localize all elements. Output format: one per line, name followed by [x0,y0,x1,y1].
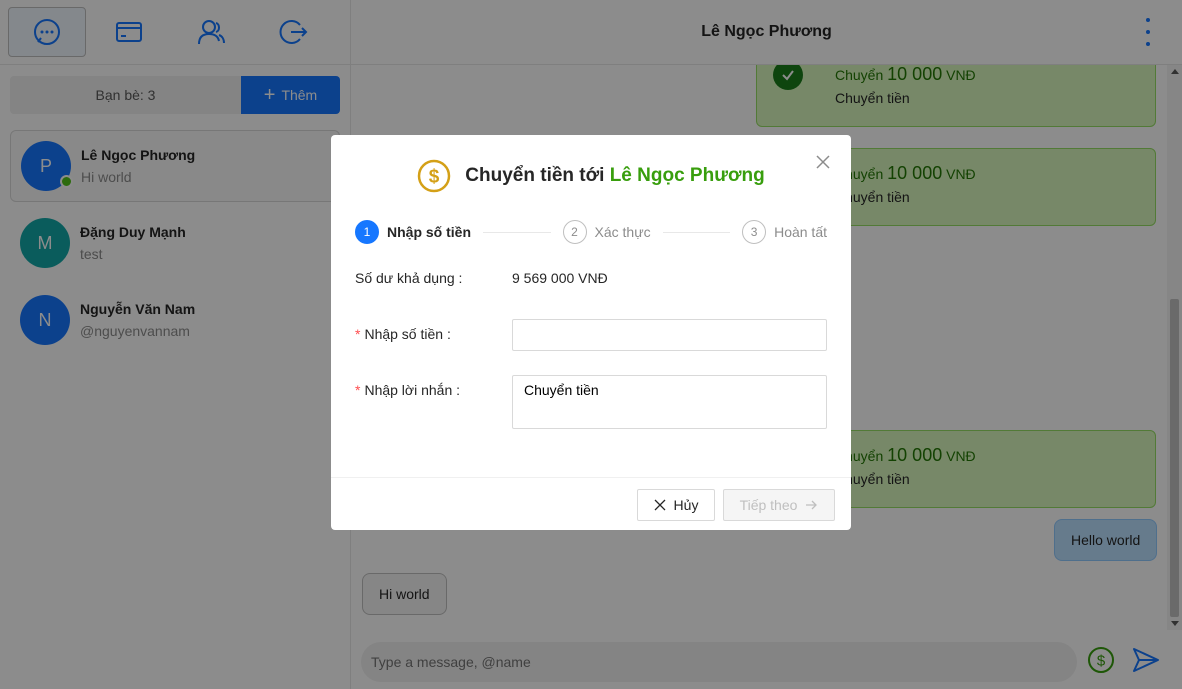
step-label: Xác thực [594,224,651,240]
amount-label: * Nhập số tiền : [355,326,451,342]
next-button[interactable]: Tiếp theo [723,489,835,521]
arrow-right-icon [806,500,818,510]
step-number: 3 [742,220,767,244]
message-textarea[interactable]: Chuyển tiền [512,375,827,429]
close-icon [654,499,666,511]
transfer-modal: $ Chuyển tiền tới Lê Ngọc Phương 1 Nhập … [331,135,851,530]
dollar-icon: $ [418,159,451,193]
modal-footer: Hủy Tiếp theo [331,477,851,530]
step-connector [483,231,551,233]
modal-title-name: Lê Ngọc Phương [609,165,765,186]
amount-input[interactable] [512,319,827,351]
step-label: Nhập số tiền [387,224,472,240]
svg-text:$: $ [429,167,440,188]
step-connector [662,231,731,233]
message-label: * Nhập lời nhắn : [355,382,461,398]
balance-label: Số dư khả dụng : [355,270,463,286]
step-amount: 1 Nhập số tiền [355,220,471,244]
cancel-button[interactable]: Hủy [637,489,715,521]
next-label: Tiếp theo [739,497,798,513]
balance-value: 9 569 000 VNĐ [512,270,608,286]
modal-title: $ Chuyển tiền tới Lê Ngọc Phương [331,159,851,193]
modal-title-prefix: Chuyển tiền tới [465,165,605,186]
step-done: 3 Hoàn tất [742,220,827,244]
step-verify: 2 Xác thực [562,220,651,244]
step-number: 1 [355,220,379,244]
step-label: Hoàn tất [774,224,828,240]
cancel-label: Hủy [673,497,699,513]
steps: 1 Nhập số tiền 2 Xác thực 3 Hoàn tất [355,220,827,244]
step-number: 2 [562,220,587,244]
